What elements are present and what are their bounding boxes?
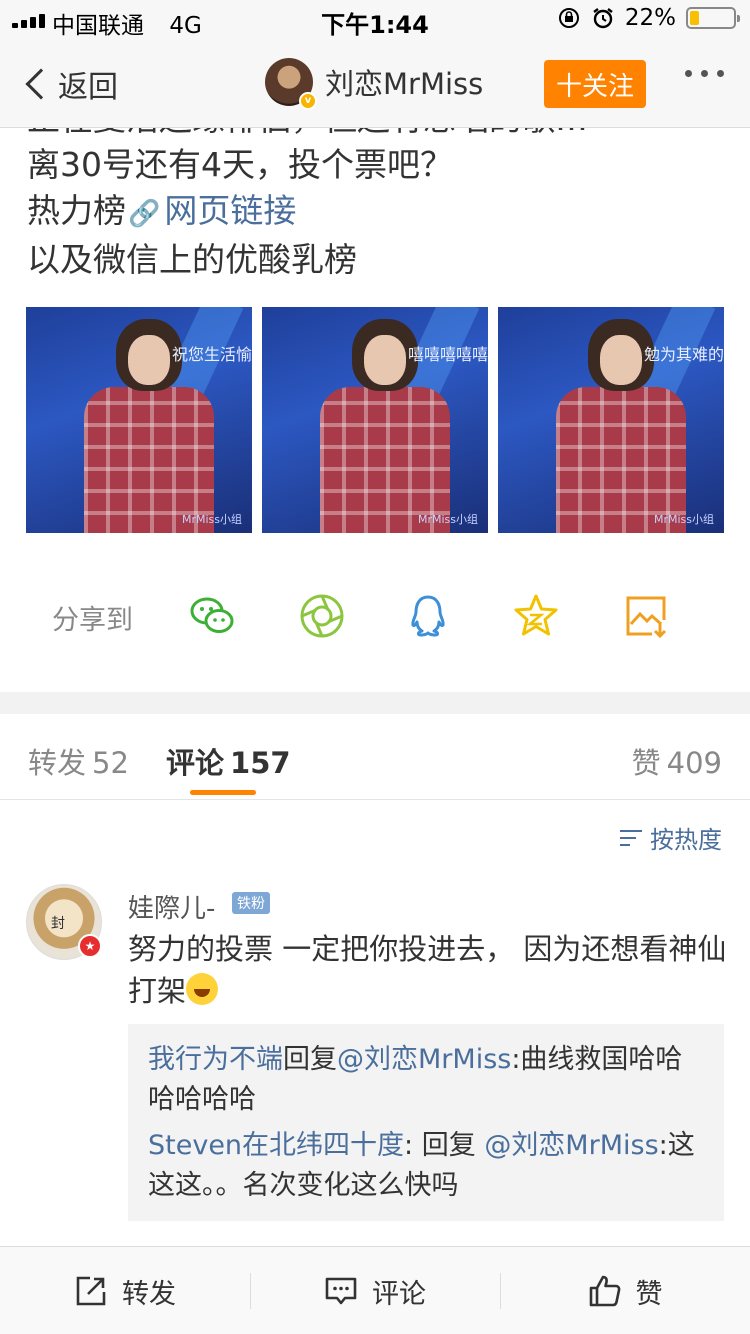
reply-mention[interactable]: @刘恋MrMiss: [484, 1130, 658, 1161]
moments-icon[interactable]: [298, 592, 346, 640]
image-caption: 勉为其难的: [643, 345, 724, 364]
comment-icon: [325, 1277, 357, 1305]
author-name: 刘恋MrMiss: [325, 67, 484, 101]
tab-like[interactable]: 赞 409: [632, 740, 722, 782]
reply-user[interactable]: Steven在北纬四十度: [148, 1130, 404, 1161]
tab-repost[interactable]: 转发 52: [28, 740, 129, 782]
comment-body: 努力的投票 一定把你投进去， 因为还想看神仙打架: [128, 932, 727, 1008]
repost-label: 转发: [122, 1278, 176, 1310]
author-avatar[interactable]: v: [265, 58, 317, 110]
like-button[interactable]: 赞: [500, 1247, 750, 1334]
nav-bar: 返回 v 刘恋MrMiss 十关注: [0, 40, 750, 128]
alarm-icon: [593, 8, 613, 29]
post-images: 祝您生活愉 MrMiss小组 嘻嘻嘻嘻嘻 MrMiss小组 勉为其难的 MrMi…: [26, 307, 724, 533]
qzone-icon[interactable]: [512, 592, 560, 640]
chevron-left-icon: [25, 68, 57, 100]
image-caption: 祝您生活愉: [171, 345, 252, 364]
repost-icon: [76, 1276, 106, 1306]
post-line-1: 离30号还有4天，投个票吧？: [27, 145, 453, 184]
tab-like-count: 409: [666, 746, 722, 780]
share-label: 分享到: [52, 605, 133, 636]
qq-icon[interactable]: [404, 592, 452, 640]
image-watermark: MrMiss小组: [181, 513, 242, 526]
reply-item: Steven在北纬四十度: 回复 @刘恋MrMiss:这这这。。名次变化这么快吗: [148, 1126, 704, 1206]
commenter-name[interactable]: 娃際儿-: [128, 888, 215, 925]
status-bar: 中国联通 4G 下午1:44 22%: [0, 0, 750, 40]
thumbs-up-icon: [589, 1275, 620, 1307]
post-line-2: 热力榜🔗 网页链接: [27, 188, 727, 237]
post-line-clipped: 正在复活边缘徘徊，但还有想唱的歌…: [27, 128, 727, 142]
reply-mention[interactable]: @刘恋MrMiss: [337, 1044, 511, 1075]
tab-comment[interactable]: 评论 157: [166, 740, 291, 782]
repost-button[interactable]: 转发: [0, 1247, 250, 1334]
save-image-icon[interactable]: [622, 592, 670, 640]
image-watermark: MrMiss小组: [653, 513, 714, 526]
post-image[interactable]: 勉为其难的 MrMiss小组: [498, 307, 724, 533]
link-icon: 🔗: [128, 199, 161, 229]
tab-repost-label: 转发: [28, 746, 87, 780]
post-body: 正在复活边缘徘徊，但还有想唱的歌… 离30号还有4天，投个票吧？ 热力榜🔗网页链…: [27, 128, 727, 288]
like-label: 赞: [635, 1278, 663, 1310]
follow-button[interactable]: 十关注: [544, 60, 646, 108]
tab-comment-count: 157: [230, 746, 291, 780]
image-caption: 嘻嘻嘻嘻嘻: [407, 345, 488, 364]
more-options-icon[interactable]: [685, 70, 724, 77]
tab-like-label: 赞: [631, 746, 661, 780]
reply-user[interactable]: 我行为不端: [148, 1044, 283, 1075]
avatar-text: 封: [51, 916, 65, 932]
fan-level-badge: 铁粉: [232, 892, 270, 914]
bottom-toolbar: 转发 评论 赞: [0, 1246, 750, 1334]
back-button[interactable]: 返回: [22, 62, 118, 106]
post-line-2-prefix: 热力榜: [27, 191, 126, 230]
interaction-tabs: 转发 52 评论 157 赞 409: [0, 714, 750, 800]
image-watermark: MrMiss小组: [417, 513, 478, 526]
web-link[interactable]: 网页链接: [164, 191, 296, 230]
post-line-3: 以及微信上的优酸乳榜: [27, 240, 357, 279]
sort-icon: [620, 828, 642, 848]
comment-label: 评论: [372, 1278, 426, 1310]
tab-repost-count: 52: [92, 746, 129, 780]
tab-comment-label: 评论: [166, 746, 225, 780]
sort-label: 按热度: [650, 826, 722, 854]
reply-connector: 回复: [283, 1044, 337, 1075]
reply-thread[interactable]: 我行为不端回复@刘恋MrMiss:曲线救国哈哈哈哈哈哈 Steven在北纬四十度…: [128, 1024, 724, 1221]
sort-toggle[interactable]: 按热度: [620, 820, 722, 855]
battery-percent: 22%: [624, 5, 676, 31]
battery-icon: [686, 7, 740, 29]
laughing-emoji-icon: [186, 973, 219, 1005]
share-row: 分享到: [0, 588, 750, 644]
post-image[interactable]: 嘻嘻嘻嘻嘻 MrMiss小组: [262, 307, 488, 533]
wechat-icon[interactable]: [188, 592, 236, 640]
comment-text: 努力的投票 一定把你投进去， 因为还想看神仙打架: [128, 928, 728, 1012]
battery-fill: [690, 11, 700, 25]
post-image[interactable]: 祝您生活愉 MrMiss小组: [26, 307, 252, 533]
back-label: 返回: [58, 70, 118, 105]
reply-connector: : 回复: [404, 1130, 485, 1161]
active-tab-indicator: [190, 790, 256, 795]
rotation-lock-icon: [558, 8, 579, 28]
comment-button[interactable]: 评论: [250, 1247, 500, 1334]
status-right: 22%: [557, 5, 740, 31]
reply-item: 我行为不端回复@刘恋MrMiss:曲线救国哈哈哈哈哈哈: [148, 1040, 704, 1120]
author-header[interactable]: v 刘恋MrMiss: [265, 58, 484, 110]
vip-badge-icon: ★: [78, 934, 102, 958]
section-divider: [0, 692, 750, 714]
verified-badge-icon: v: [299, 92, 317, 110]
